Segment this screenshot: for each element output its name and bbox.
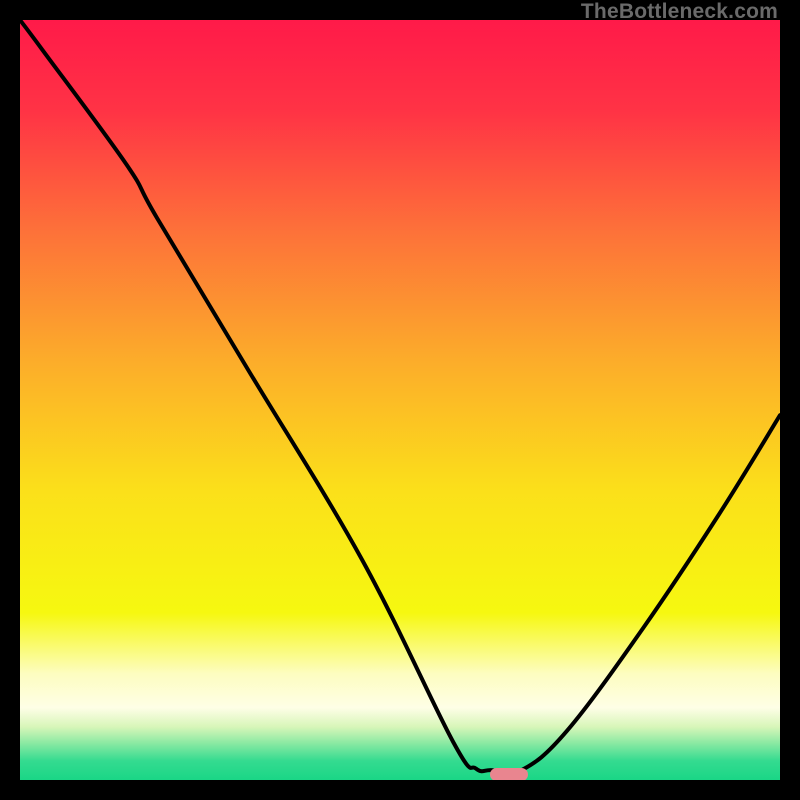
- outer-frame: TheBottleneck.com: [0, 0, 800, 800]
- watermark-text: TheBottleneck.com: [581, 0, 778, 24]
- chart-svg: [20, 20, 780, 780]
- gradient-background: [20, 20, 780, 780]
- plot-area: [20, 20, 780, 780]
- optimal-marker: [490, 768, 528, 780]
